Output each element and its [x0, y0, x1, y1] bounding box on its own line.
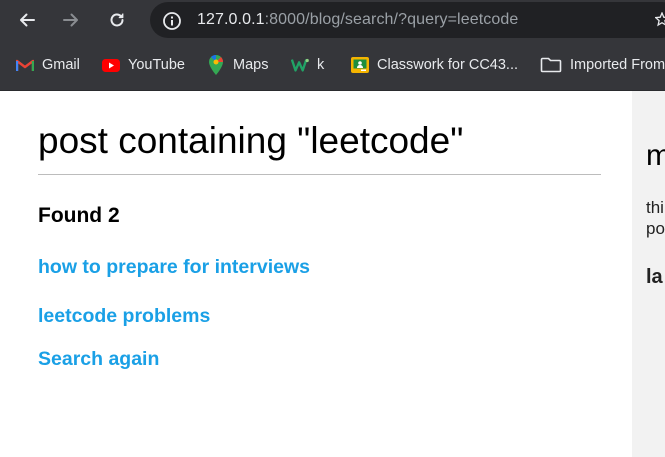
bookmark-label: Maps [233, 57, 269, 73]
classroom-icon [351, 56, 369, 74]
url-text[interactable]: 127.0.0.1:8000/blog/search/?query=leetco… [197, 11, 518, 29]
w-icon [291, 56, 309, 74]
url-path: :8000/blog/search/?query=leetcode [264, 11, 519, 28]
site-info-icon[interactable] [162, 11, 182, 36]
search-again-link[interactable]: Search again [38, 348, 159, 371]
bookmark-label: Classwork for CC43... [377, 57, 519, 73]
sidebar-subheading: la [646, 266, 663, 288]
address-bar[interactable]: 127.0.0.1:8000/blog/search/?query=leetco… [150, 2, 665, 38]
url-host: 127.0.0.1 [197, 11, 265, 28]
page-title: post containing "leetcode" [38, 120, 464, 161]
result-link[interactable]: how to prepare for interviews [38, 256, 310, 279]
youtube-icon [102, 56, 120, 74]
bookmarks-bar: Gmail YouTube Maps k Classwork for CC43.… [0, 40, 665, 91]
reload-icon[interactable] [103, 6, 131, 34]
browser-toolbar: 127.0.0.1:8000/blog/search/?query=leetco… [0, 0, 665, 40]
bookmark-k[interactable]: k [291, 54, 324, 76]
bookmark-label: Imported From [570, 57, 665, 73]
bookmark-folder[interactable]: Imported From [540, 54, 665, 76]
found-count: Found 2 [38, 204, 120, 227]
bookmark-youtube[interactable]: YouTube [102, 54, 185, 76]
bookmark-gmail[interactable]: Gmail [16, 54, 80, 76]
bookmark-label: YouTube [128, 57, 185, 73]
sidebar-text: thi po [646, 198, 665, 238]
star-icon[interactable] [654, 11, 665, 33]
forward-arrow-icon[interactable] [57, 6, 85, 34]
page-content: post containing "leetcode" Found 2 how t… [0, 91, 665, 457]
sidebar-heading: m [646, 139, 665, 172]
title-divider [38, 174, 601, 175]
result-link[interactable]: leetcode problems [38, 305, 210, 328]
back-arrow-icon[interactable] [13, 6, 41, 34]
gmail-icon [16, 56, 34, 74]
bookmark-maps[interactable]: Maps [207, 54, 268, 76]
folder-icon [540, 56, 562, 74]
bookmark-label: k [317, 57, 325, 73]
maps-icon [207, 55, 225, 75]
sidebar: m thi po la [632, 91, 665, 457]
bookmark-classwork[interactable]: Classwork for CC43... [351, 54, 518, 76]
bookmark-label: Gmail [42, 57, 80, 73]
